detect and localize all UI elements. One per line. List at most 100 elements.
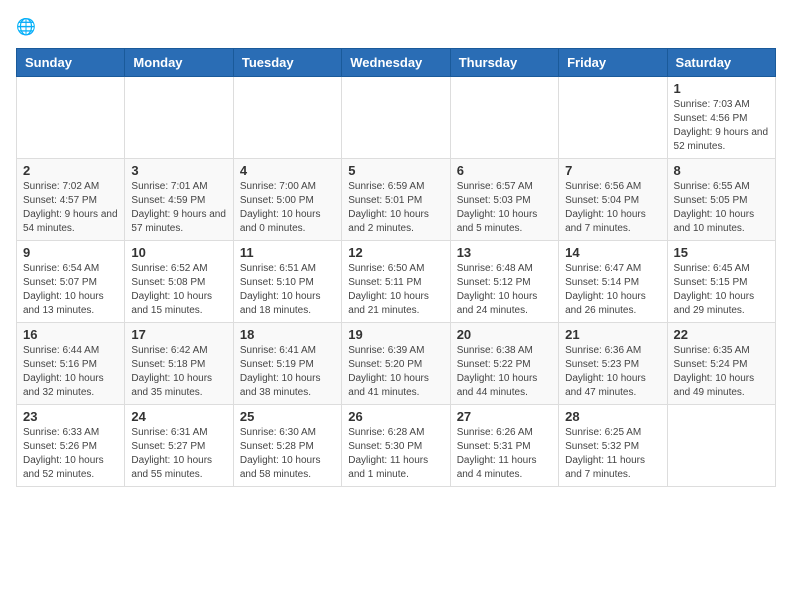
day-cell: 6 Sunrise: 6:57 AM Sunset: 5:03 PM Daylig… (450, 159, 558, 241)
day-cell (667, 405, 775, 487)
day-info: Sunrise: 6:44 AM Sunset: 5:16 PM Dayligh… (23, 344, 118, 400)
day-info: Sunrise: 6:35 AM Sunset: 5:24 PM Dayligh… (674, 344, 769, 400)
day-cell: 18 Sunrise: 6:41 AM Sunset: 5:19 PM Dayli… (233, 323, 341, 405)
day-number: 3 (131, 163, 226, 178)
day-info: Sunrise: 6:25 AM Sunset: 5:32 PM Dayligh… (565, 426, 660, 482)
day-info: Sunrise: 6:42 AM Sunset: 5:18 PM Dayligh… (131, 344, 226, 400)
day-number: 15 (674, 245, 769, 260)
day-info: Sunrise: 6:36 AM Sunset: 5:23 PM Dayligh… (565, 344, 660, 400)
day-info: Sunrise: 6:31 AM Sunset: 5:27 PM Dayligh… (131, 426, 226, 482)
day-info: Sunrise: 6:41 AM Sunset: 5:19 PM Dayligh… (240, 344, 335, 400)
day-cell: 24 Sunrise: 6:31 AM Sunset: 5:27 PM Dayli… (125, 405, 233, 487)
week-row-4: 16Sunrise: 6:44 AM Sunset: 5:16 PM Dayli… (17, 323, 776, 405)
day-number: 1 (674, 81, 769, 96)
day-cell (342, 77, 450, 159)
day-cell: 25 Sunrise: 6:30 AM Sunset: 5:28 PM Dayli… (233, 405, 341, 487)
day-number: 8 (674, 163, 769, 178)
day-number: 4 (240, 163, 335, 178)
day-number: 22 (674, 327, 769, 342)
day-cell: 20 Sunrise: 6:38 AM Sunset: 5:22 PM Dayli… (450, 323, 558, 405)
week-row-1: 1 Sunrise: 7:03 AM Sunset: 4:56 PM Daylig… (17, 77, 776, 159)
day-cell: 13 Sunrise: 6:48 AM Sunset: 5:12 PM Dayli… (450, 241, 558, 323)
day-cell (450, 77, 558, 159)
day-cell: 21 Sunrise: 6:36 AM Sunset: 5:23 PM Dayli… (559, 323, 667, 405)
day-number: 19 (348, 327, 443, 342)
day-cell: 1 Sunrise: 7:03 AM Sunset: 4:56 PM Daylig… (667, 77, 775, 159)
day-number: 28 (565, 409, 660, 424)
day-info: Sunrise: 6:38 AM Sunset: 5:22 PM Dayligh… (457, 344, 552, 400)
day-cell: 15Sunrise: 6:45 AM Sunset: 5:15 PM Dayli… (667, 241, 775, 323)
day-info: Sunrise: 6:59 AM Sunset: 5:01 PM Dayligh… (348, 180, 443, 236)
weekday-header-wednesday: Wednesday (342, 49, 450, 77)
day-info: Sunrise: 6:57 AM Sunset: 5:03 PM Dayligh… (457, 180, 552, 236)
day-cell: 27 Sunrise: 6:26 AM Sunset: 5:31 PM Dayli… (450, 405, 558, 487)
day-number: 11 (240, 245, 335, 260)
day-cell: 19Sunrise: 6:39 AM Sunset: 5:20 PM Dayli… (342, 323, 450, 405)
day-cell: 26 Sunrise: 6:28 AM Sunset: 5:30 PM Dayli… (342, 405, 450, 487)
day-info: Sunrise: 7:03 AM Sunset: 4:56 PM Dayligh… (674, 98, 769, 154)
logo-icon: 🌐 (16, 16, 40, 40)
day-info: Sunrise: 6:52 AM Sunset: 5:08 PM Dayligh… (131, 262, 226, 318)
day-number: 13 (457, 245, 552, 260)
day-number: 18 (240, 327, 335, 342)
day-info: Sunrise: 6:56 AM Sunset: 5:04 PM Dayligh… (565, 180, 660, 236)
day-info: Sunrise: 6:55 AM Sunset: 5:05 PM Dayligh… (674, 180, 769, 236)
day-number: 9 (23, 245, 118, 260)
day-cell: 2Sunrise: 7:02 AM Sunset: 4:57 PM Daylig… (17, 159, 125, 241)
weekday-header-saturday: Saturday (667, 49, 775, 77)
day-cell (17, 77, 125, 159)
day-info: Sunrise: 6:33 AM Sunset: 5:26 PM Dayligh… (23, 426, 118, 482)
day-cell: 8 Sunrise: 6:55 AM Sunset: 5:05 PM Daylig… (667, 159, 775, 241)
day-number: 10 (131, 245, 226, 260)
day-cell: 7 Sunrise: 6:56 AM Sunset: 5:04 PM Daylig… (559, 159, 667, 241)
day-info: Sunrise: 6:28 AM Sunset: 5:30 PM Dayligh… (348, 426, 443, 482)
weekday-header-row: SundayMondayTuesdayWednesdayThursdayFrid… (17, 49, 776, 77)
day-number: 23 (23, 409, 118, 424)
week-row-5: 23 Sunrise: 6:33 AM Sunset: 5:26 PM Dayli… (17, 405, 776, 487)
day-cell: 22 Sunrise: 6:35 AM Sunset: 5:24 PM Dayli… (667, 323, 775, 405)
svg-text:🌐: 🌐 (16, 17, 36, 36)
day-number: 6 (457, 163, 552, 178)
day-cell: 4 Sunrise: 7:00 AM Sunset: 5:00 PM Daylig… (233, 159, 341, 241)
day-number: 17 (131, 327, 226, 342)
weekday-header-friday: Friday (559, 49, 667, 77)
day-cell: 11 Sunrise: 6:51 AM Sunset: 5:10 PM Dayli… (233, 241, 341, 323)
day-number: 5 (348, 163, 443, 178)
day-cell: 23 Sunrise: 6:33 AM Sunset: 5:26 PM Dayli… (17, 405, 125, 487)
logo: 🌐 (16, 16, 44, 40)
day-info: Sunrise: 6:30 AM Sunset: 5:28 PM Dayligh… (240, 426, 335, 482)
week-row-2: 2Sunrise: 7:02 AM Sunset: 4:57 PM Daylig… (17, 159, 776, 241)
week-row-3: 9Sunrise: 6:54 AM Sunset: 5:07 PM Daylig… (17, 241, 776, 323)
day-info: Sunrise: 6:50 AM Sunset: 5:11 PM Dayligh… (348, 262, 443, 318)
day-number: 20 (457, 327, 552, 342)
day-info: Sunrise: 6:47 AM Sunset: 5:14 PM Dayligh… (565, 262, 660, 318)
day-cell: 12 Sunrise: 6:50 AM Sunset: 5:11 PM Dayli… (342, 241, 450, 323)
day-cell: 16Sunrise: 6:44 AM Sunset: 5:16 PM Dayli… (17, 323, 125, 405)
day-cell: 10 Sunrise: 6:52 AM Sunset: 5:08 PM Dayli… (125, 241, 233, 323)
day-number: 27 (457, 409, 552, 424)
day-number: 14 (565, 245, 660, 260)
day-info: Sunrise: 6:51 AM Sunset: 5:10 PM Dayligh… (240, 262, 335, 318)
day-cell (125, 77, 233, 159)
day-info: Sunrise: 7:01 AM Sunset: 4:59 PM Dayligh… (131, 180, 226, 236)
day-cell: 28 Sunrise: 6:25 AM Sunset: 5:32 PM Dayli… (559, 405, 667, 487)
day-number: 12 (348, 245, 443, 260)
day-cell (233, 77, 341, 159)
weekday-header-sunday: Sunday (17, 49, 125, 77)
day-cell: 5 Sunrise: 6:59 AM Sunset: 5:01 PM Daylig… (342, 159, 450, 241)
day-number: 7 (565, 163, 660, 178)
calendar: SundayMondayTuesdayWednesdayThursdayFrid… (16, 48, 776, 487)
day-number: 21 (565, 327, 660, 342)
day-number: 24 (131, 409, 226, 424)
day-cell (559, 77, 667, 159)
day-cell: 17 Sunrise: 6:42 AM Sunset: 5:18 PM Dayli… (125, 323, 233, 405)
weekday-header-monday: Monday (125, 49, 233, 77)
day-info: Sunrise: 7:02 AM Sunset: 4:57 PM Dayligh… (23, 180, 118, 236)
day-number: 25 (240, 409, 335, 424)
day-info: Sunrise: 6:26 AM Sunset: 5:31 PM Dayligh… (457, 426, 552, 482)
day-info: Sunrise: 7:00 AM Sunset: 5:00 PM Dayligh… (240, 180, 335, 236)
day-number: 26 (348, 409, 443, 424)
day-info: Sunrise: 6:48 AM Sunset: 5:12 PM Dayligh… (457, 262, 552, 318)
day-cell: 14 Sunrise: 6:47 AM Sunset: 5:14 PM Dayli… (559, 241, 667, 323)
weekday-header-tuesday: Tuesday (233, 49, 341, 77)
